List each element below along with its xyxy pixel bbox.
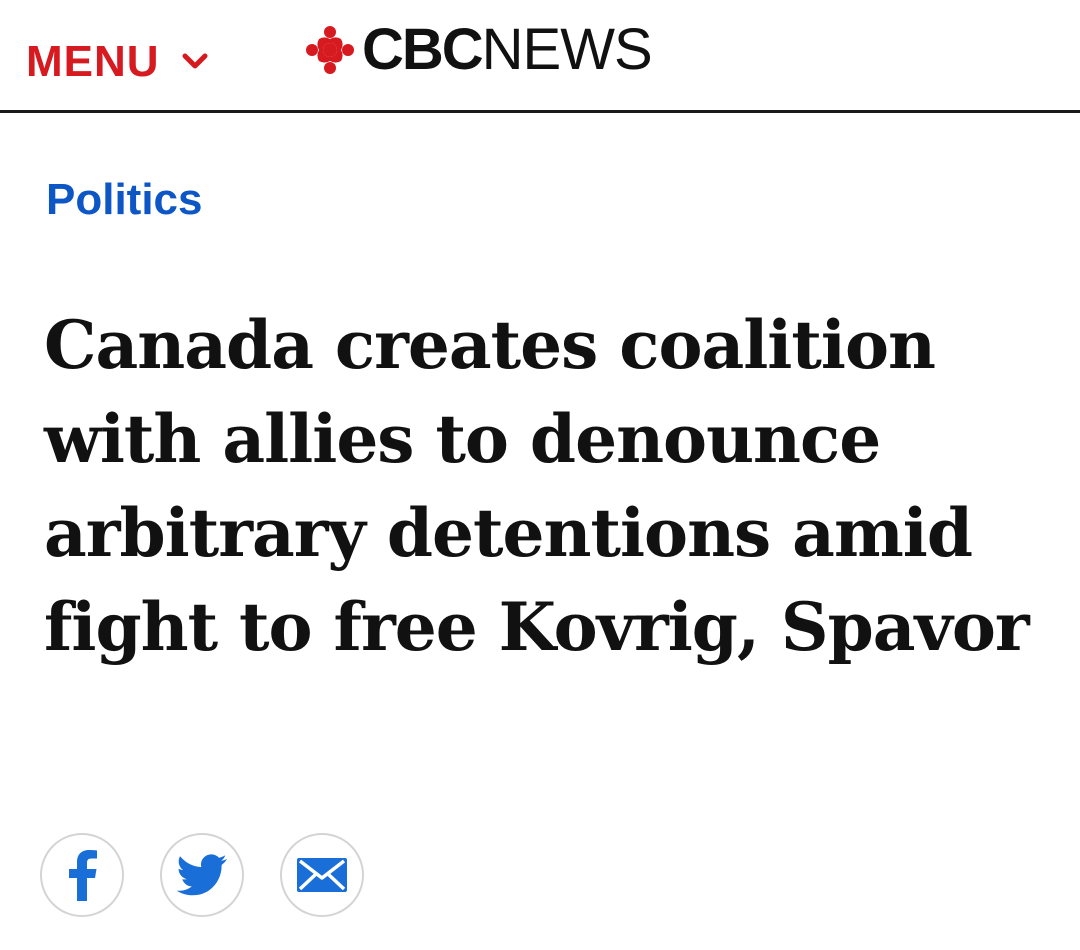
cbc-news-logo[interactable]: CBC NEWS xyxy=(306,17,653,82)
share-facebook-button[interactable] xyxy=(40,833,124,917)
share-twitter-button[interactable] xyxy=(160,833,244,917)
menu-button[interactable]: MENU xyxy=(26,36,208,88)
chevron-down-icon xyxy=(182,53,208,71)
share-email-button[interactable] xyxy=(280,833,364,917)
menu-label: MENU xyxy=(26,37,160,86)
share-buttons xyxy=(40,833,400,917)
logo-cbc-text: CBC xyxy=(362,17,484,82)
logo-news-text: NEWS xyxy=(481,17,653,82)
article-headline: Canada creates coalition with allies to … xyxy=(44,306,1030,666)
facebook-icon xyxy=(67,849,97,901)
twitter-icon xyxy=(177,854,227,896)
email-icon xyxy=(297,858,347,892)
cbc-gem-icon xyxy=(306,26,354,74)
site-header: MENU CBC NEWS xyxy=(0,0,1080,113)
section-link-politics[interactable]: Politics xyxy=(46,170,203,230)
